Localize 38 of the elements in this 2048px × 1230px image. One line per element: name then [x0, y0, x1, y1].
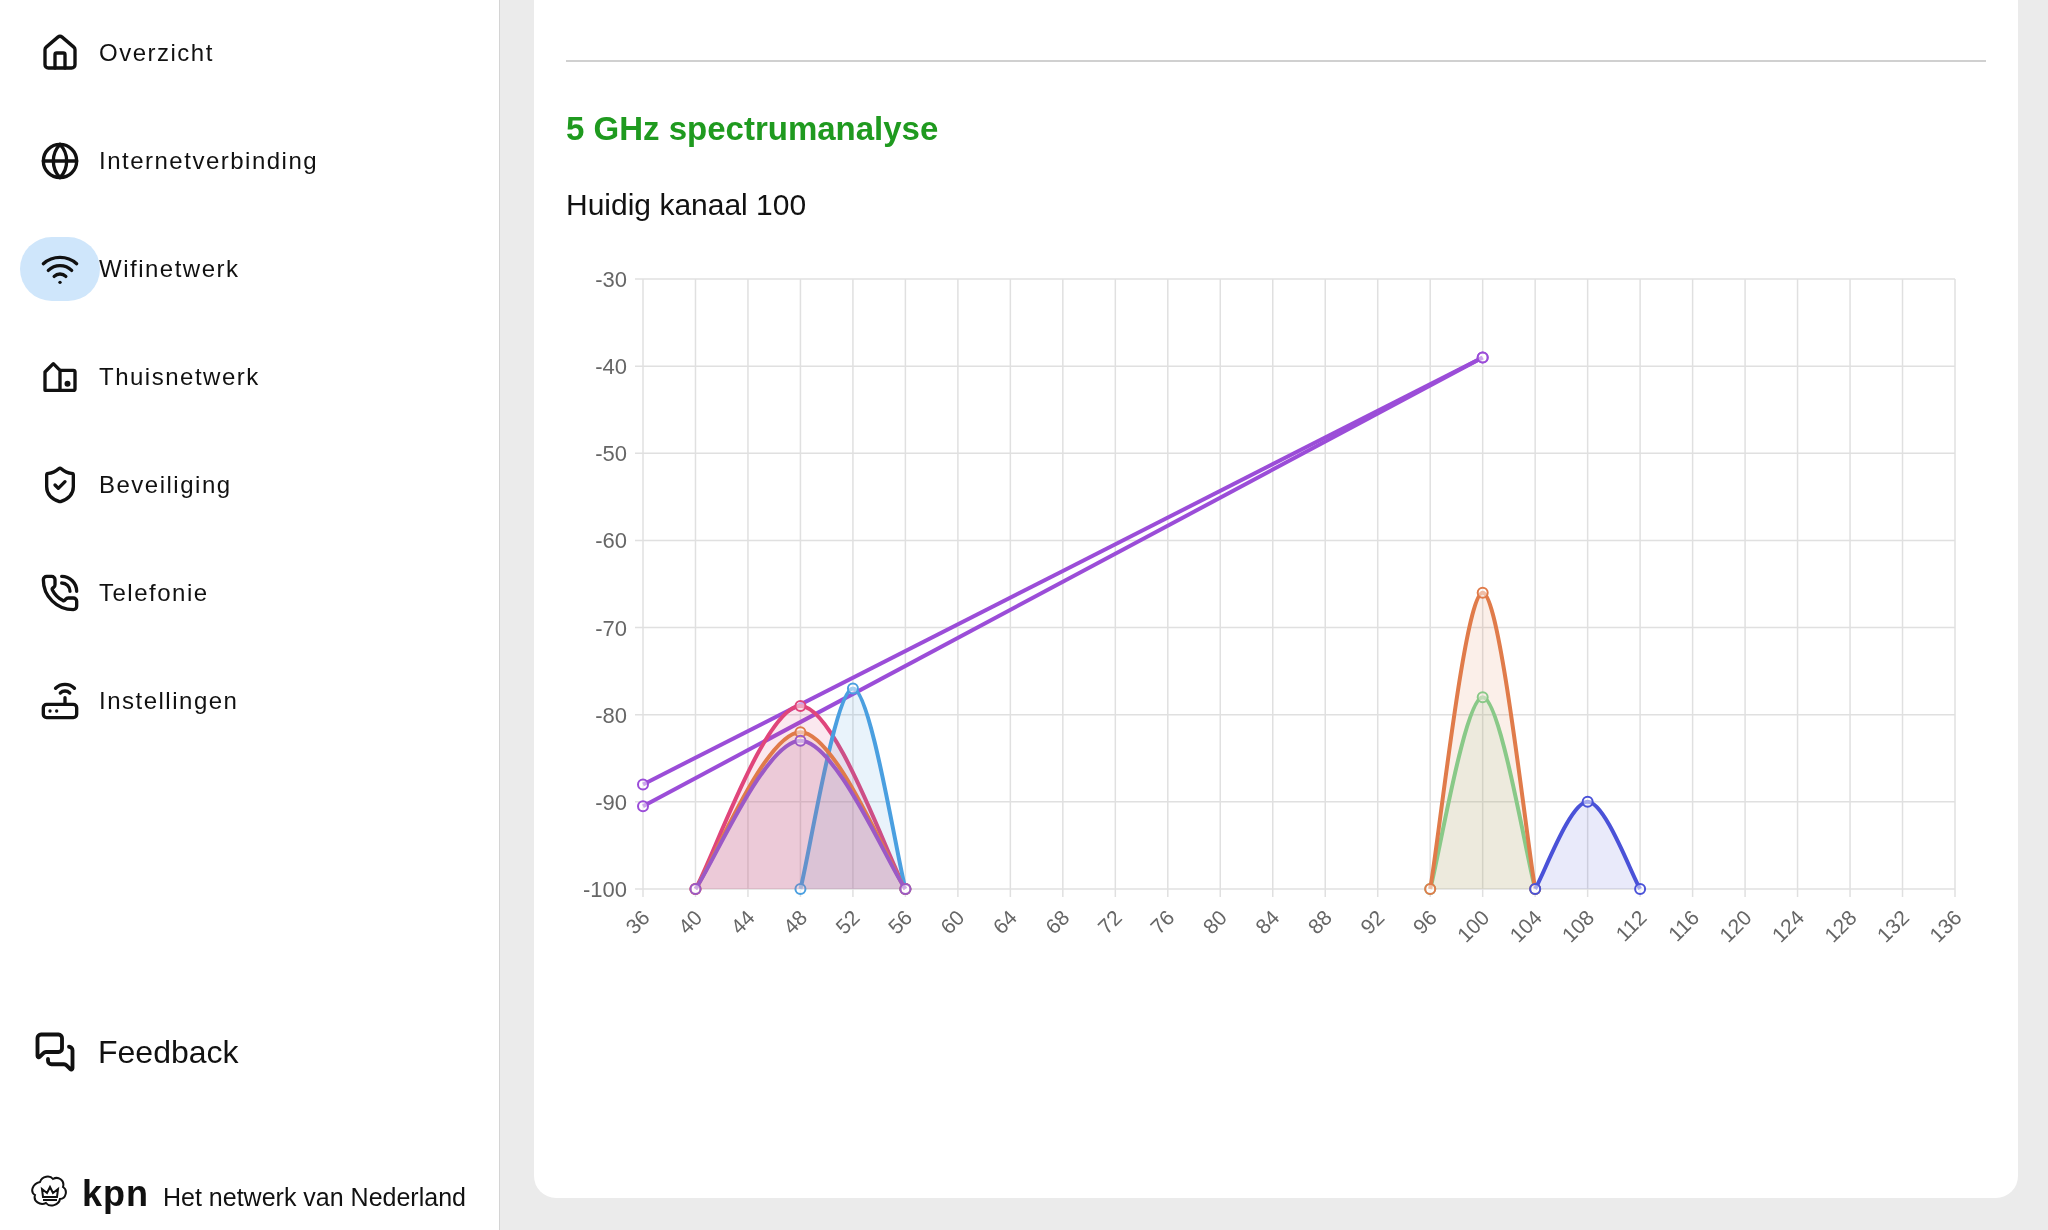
x-axis-label: 84 — [1250, 905, 1284, 938]
y-axis-label: -100 — [582, 876, 627, 902]
x-axis-label: 132 — [1872, 905, 1914, 947]
x-axis-label: 96 — [1408, 905, 1442, 938]
x-axis-label: 48 — [778, 905, 812, 938]
section-title: 5 GHz spectrumanalyse — [566, 109, 940, 149]
x-axis-label: 124 — [1767, 905, 1809, 947]
x-axis-label: 128 — [1819, 905, 1861, 947]
x-axis-label: 100 — [1452, 905, 1494, 947]
x-axis-label: 64 — [988, 905, 1022, 938]
x-axis-label: 92 — [1355, 905, 1389, 938]
brand-tagline: Het netwerk van Nederland — [163, 1182, 466, 1212]
x-axis-label: 116 — [1663, 905, 1704, 945]
y-axis-label: -40 — [595, 353, 627, 379]
kpn-logo: kpn — [82, 1176, 149, 1212]
x-axis-label: 52 — [830, 905, 864, 938]
x-axis-label: 136 — [1924, 905, 1966, 947]
x-axis-label: 108 — [1557, 905, 1599, 947]
y-axis-label: -80 — [595, 702, 627, 728]
y-axis-label: -70 — [595, 615, 627, 641]
x-axis-label: 44 — [726, 905, 759, 938]
y-axis-label: -60 — [595, 527, 627, 553]
x-axis-label: 76 — [1145, 905, 1179, 938]
x-axis-label: 120 — [1714, 905, 1756, 947]
x-axis-label: 104 — [1504, 905, 1546, 947]
x-axis-label: 112 — [1611, 905, 1651, 945]
current-channel: Huidig kanaal 100 — [566, 186, 808, 223]
x-axis-label: 56 — [883, 905, 917, 938]
y-axis-label: -30 — [595, 266, 627, 292]
y-axis-label: -90 — [595, 789, 627, 815]
y-axis-label: -50 — [595, 440, 627, 466]
x-axis-label: 88 — [1303, 905, 1337, 938]
x-axis-label: 60 — [935, 905, 969, 938]
x-axis-label: 68 — [1040, 905, 1074, 938]
x-axis-label: 72 — [1093, 905, 1127, 938]
x-axis-label: 36 — [621, 905, 654, 938]
x-axis-label: 80 — [1198, 905, 1232, 938]
x-axis-label: 40 — [673, 905, 707, 938]
